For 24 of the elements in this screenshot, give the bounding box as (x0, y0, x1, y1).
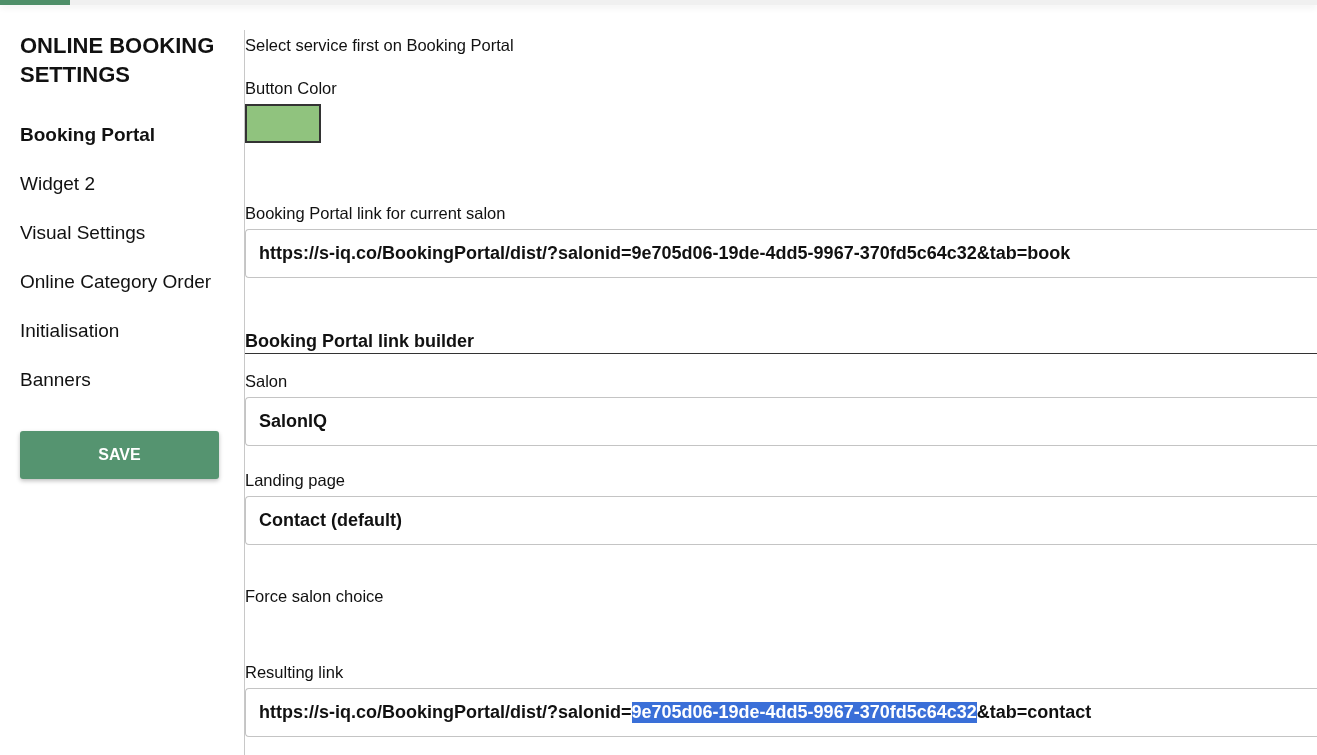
save-button[interactable]: SAVE (20, 431, 219, 479)
text-selection: 9e705d06-19de-4dd5-9967-370fd5c64c32 (631, 702, 977, 723)
link-text: https://s-iq.co/BookingPortal/dist/?salonid= (259, 702, 632, 723)
link-text: &tab=contact (976, 702, 1092, 723)
field-label: Salon (245, 371, 288, 391)
input-field[interactable]: Contact (default) (245, 496, 1317, 545)
field-label: Booking Portal link for current salon (245, 203, 506, 223)
field-label: Resulting link (245, 662, 344, 682)
sidebar-item[interactable]: Widget 2 (20, 172, 95, 221)
sidebar-item[interactable]: Initialisation (20, 319, 120, 368)
field-label: Force salon choice (245, 586, 384, 606)
input-field[interactable]: https://s-iq.co/BookingPortal/dist/?salonid=9e705d06-19de-4dd5-9967-370fd5c64c32&tab=contact (245, 688, 1317, 737)
input-field[interactable]: SalonIQ (245, 397, 1317, 446)
input-field[interactable]: https://s-iq.co/BookingPortal/dist/?salonid=9e705d06-19de-4dd5-9967-370fd5c64c32&tab=book (245, 229, 1317, 278)
section-heading: Booking Portal link builder (245, 330, 1317, 354)
sidebar-item[interactable]: Online Category Order (20, 270, 212, 319)
field-label: Button Color (245, 78, 337, 98)
info-text: Select service first on Booking Portal (245, 35, 514, 55)
color-swatch[interactable] (245, 104, 321, 143)
sidebar-item[interactable]: Banners (20, 368, 91, 417)
sidebar-item[interactable]: Visual Settings (20, 221, 146, 270)
sidebar-item[interactable]: Booking Portal (20, 123, 156, 172)
sidebar-title: ONLINE BOOKING SETTINGS (20, 32, 216, 89)
field-label: Landing page (245, 470, 345, 490)
